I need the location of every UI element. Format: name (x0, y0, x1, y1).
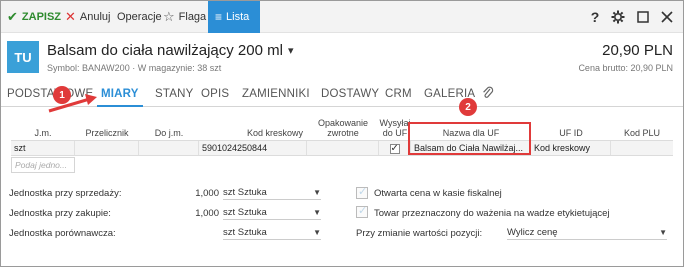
purchase-unit-qty[interactable]: 1,000 (149, 208, 219, 219)
cell-converter[interactable] (75, 141, 139, 155)
column-header-plu[interactable]: Kod PLU (611, 112, 673, 140)
chevron-down-icon[interactable]: ▾ (288, 44, 294, 57)
settings-gear-icon[interactable] (610, 9, 626, 25)
maximize-icon[interactable] (635, 9, 651, 25)
purchase-unit-label: Jednostka przy zakupie: (9, 208, 111, 219)
cancel-label: Anuluj (79, 11, 111, 23)
column-header-uf-id[interactable]: UF ID (531, 112, 611, 140)
highlight-uf-name-column (408, 122, 531, 155)
send-to-uf-checkbox[interactable] (389, 142, 400, 155)
tab-bar: PODSTAWOWE MIARY STANY OPIS ZAMIENNIKI D… (1, 85, 683, 107)
column-header-send-to-uf[interactable]: Wysyłaj do UF (379, 112, 411, 140)
weighed-label: Towar przeznaczony do ważenia na wadze e… (374, 208, 610, 219)
checkmark-icon: ✔ (7, 9, 18, 24)
save-label: ZAPISZ (21, 11, 62, 23)
tab-miary[interactable]: MIARY (101, 88, 139, 100)
compare-unit-label: Jednostka porównawcza: (9, 228, 116, 239)
marker-1: 1 (53, 86, 71, 104)
cell-uf-id[interactable]: Kod kreskowy (531, 141, 611, 155)
sales-unit-qty[interactable]: 1,000 (149, 188, 219, 199)
position-change-select[interactable]: Wylicz cenę ▼ (507, 225, 667, 240)
column-header-barcode[interactable]: Kod kreskowy (199, 112, 307, 140)
tab-zamienniki[interactable]: ZAMIENNIKI (242, 88, 310, 100)
arrow-annotation-icon (48, 94, 97, 113)
save-button[interactable]: ✔ ZAPISZ (7, 1, 61, 33)
purchase-unit-select[interactable]: szt Sztuka ▼ (223, 205, 321, 220)
marker-2: 2 (459, 98, 477, 116)
chevron-down-icon: ▼ (313, 207, 321, 217)
open-price-checkbox[interactable] (356, 185, 368, 199)
attachment-icon[interactable] (482, 86, 494, 103)
help-button[interactable]: ? (587, 9, 603, 25)
column-header-to-unit[interactable]: Do j.m. (139, 112, 199, 140)
product-title: Balsam do ciała nawilżający 200 ml (47, 42, 283, 59)
product-avatar: TU (7, 41, 39, 73)
active-tab-indicator (97, 105, 143, 107)
product-price: 20,90 PLN (602, 42, 673, 59)
cell-to-unit[interactable] (139, 141, 199, 155)
table-row[interactable]: szt 5901024250844 Balsam do Ciała Nawilż… (11, 140, 673, 156)
list-button[interactable]: ≡ Lista (208, 1, 260, 33)
sales-unit-label: Jednostka przy sprzedaży: (9, 188, 122, 199)
close-window-icon[interactable] (659, 9, 675, 25)
tab-dostawy[interactable]: DOSTAWY (321, 88, 379, 100)
cell-barcode[interactable]: 5901024250844 (199, 141, 307, 155)
toolbar: ✔ ZAPISZ ✕ Anuluj Operacje ☆ Flaga ≡ Lis… (1, 1, 683, 33)
tab-opis[interactable]: OPIS (201, 88, 229, 100)
tab-stany[interactable]: STANY (155, 88, 194, 100)
tab-crm[interactable]: CRM (385, 88, 412, 100)
sales-unit-select[interactable]: szt Sztuka ▼ (223, 185, 321, 200)
position-change-label: Przy zmianie wartości pozycji: (356, 228, 483, 239)
open-price-label: Otwarta cena w kasie fiskalnej (374, 188, 502, 199)
cell-send-to-uf[interactable] (379, 141, 411, 155)
flag-button[interactable]: ☆ Flaga (163, 1, 206, 33)
star-icon: ☆ (163, 9, 175, 24)
cancel-button[interactable]: ✕ Anuluj (65, 1, 110, 33)
chevron-down-icon: ▼ (313, 187, 321, 197)
weighed-checkbox[interactable] (356, 204, 368, 218)
flag-label: Flaga (178, 11, 207, 23)
add-row-input[interactable]: Podaj jedno... (11, 157, 75, 173)
product-subline: Symbol: BANAW200 · W magazynie: 38 szt (47, 63, 222, 73)
list-icon: ≡ (215, 10, 223, 24)
product-card-window: ✔ ZAPISZ ✕ Anuluj Operacje ☆ Flaga ≡ Lis… (0, 0, 684, 267)
product-price-gross: Cena brutto: 20,90 PLN (578, 63, 673, 73)
cell-unit[interactable]: szt (11, 141, 75, 155)
cell-plu[interactable] (611, 141, 673, 155)
chevron-down-icon: ▼ (313, 227, 321, 237)
cell-returnable[interactable] (307, 141, 379, 155)
compare-unit-select[interactable]: szt Sztuka ▼ (223, 225, 321, 240)
operations-button[interactable]: Operacje (117, 1, 162, 33)
operations-label: Operacje (117, 11, 162, 23)
close-icon: ✕ (65, 9, 76, 24)
column-header-returnable[interactable]: Opakowanie zwrotne (307, 112, 379, 140)
chevron-down-icon: ▼ (659, 227, 667, 237)
list-label: Lista (226, 11, 250, 23)
